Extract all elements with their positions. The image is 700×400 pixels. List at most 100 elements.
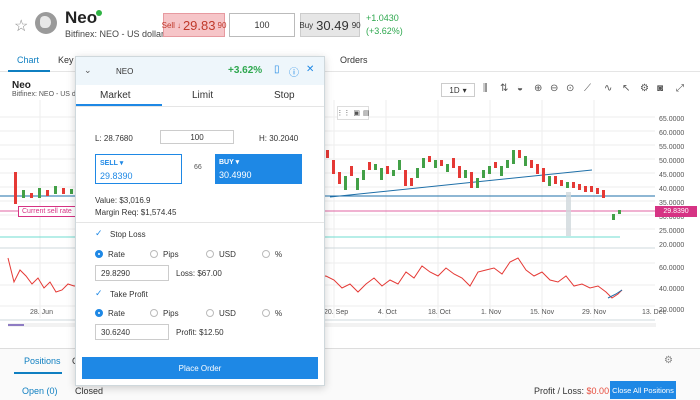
stop-loss-result: Loss: $67.00 [176, 269, 222, 278]
zoom-in-icon[interactable]: ⊕ [534, 83, 542, 94]
profit-loss-value: $0.00 [586, 386, 610, 396]
stop-loss-checkbox[interactable]: ✓ [95, 229, 104, 238]
take-profit-usd-radio[interactable] [206, 309, 214, 317]
indicator-icon[interactable]: ◒ [517, 83, 523, 94]
take-profit-pips-radio[interactable] [150, 309, 158, 317]
profit-loss: Profit / Loss: $0.00 [534, 386, 609, 396]
chart-subtitle: Bitfinex: NEO - US dol [12, 91, 82, 98]
order-panel: ⌄ NEO +3.62% ▯ ⓘ ✕ Market Limit Stop L: … [75, 56, 325, 386]
buy-price: 30.49 [316, 17, 349, 33]
chevron-down-icon[interactable]: ⌄ [84, 65, 92, 76]
tab-limit[interactable]: Limit [192, 90, 213, 101]
tab-chart[interactable]: Chart [17, 55, 39, 65]
close-icon[interactable]: ✕ [306, 64, 314, 75]
price-tick: 40.0000 [659, 186, 685, 193]
order-value: Value: $3,016.9 [95, 196, 151, 205]
price-tick: 20.0000 [659, 242, 685, 249]
quantity-input[interactable]: 100 [229, 13, 295, 37]
osc-tick: 40.0000 [659, 286, 685, 293]
take-profit-rate-radio[interactable] [95, 309, 103, 317]
stop-loss-option: Rate [108, 250, 125, 259]
take-profit-percent-radio[interactable] [262, 309, 270, 317]
copy-icon[interactable]: ▯ [274, 64, 280, 75]
date-tick: 13. Dec [642, 309, 667, 316]
panel-buy-label: BUY ▾ [219, 159, 240, 166]
down-arrow-icon: ↓ [176, 20, 181, 30]
order-panel-header [76, 57, 324, 85]
panel-buy-button[interactable]: BUY ▾ 30.4990 [215, 154, 302, 184]
zoom-reset-icon[interactable]: ⊙ [566, 83, 574, 94]
panel-buy-price: 30.4990 [219, 170, 252, 180]
price-tick: 45.0000 [659, 172, 685, 179]
closed-positions-link[interactable]: Closed [75, 386, 103, 396]
tab-stop[interactable]: Stop [274, 90, 295, 101]
profit-loss-label: Profit / Loss: [534, 386, 585, 396]
tab-key[interactable]: Key [58, 55, 74, 65]
grip-icon: ⋮⋮ [336, 110, 351, 117]
gear-icon[interactable]: ⚙ [664, 355, 673, 366]
instrument-logo [35, 12, 57, 34]
take-profit-checkbox[interactable]: ✓ [95, 289, 104, 298]
date-tick: 20. Sep [324, 309, 349, 316]
sell-button[interactable]: Sell ↓ 29.83 90 [162, 13, 227, 37]
take-profit-option: Pips [163, 309, 179, 318]
date-tick: 18. Oct [428, 309, 451, 316]
help-icon[interactable]: ⓘ [289, 64, 299, 79]
timeframe-value: 1D [449, 85, 460, 95]
trend-icon[interactable]: ∿ [604, 83, 612, 94]
timeframe-select[interactable]: 1D ▾ [441, 83, 475, 97]
price-tick: 55.0000 [659, 144, 685, 151]
box-icon[interactable]: ▣ [353, 109, 360, 117]
date-tick: 1. Nov [481, 309, 502, 316]
sell-price-pips: 90 [217, 20, 227, 30]
chevron-down-icon: ▾ [462, 85, 467, 95]
fullscreen-icon[interactable]: ⤢ [676, 83, 684, 94]
draw-line-icon[interactable]: ⟋ [584, 83, 591, 94]
settings-icon[interactable]: ⚙ [640, 83, 649, 94]
tab-orders[interactable]: Orders [340, 55, 368, 65]
day-low: L: 28.7680 [95, 134, 133, 143]
camera-icon[interactable]: ◙ [657, 83, 663, 94]
take-profit-option: Rate [108, 309, 125, 318]
drawing-mini-toolbar[interactable]: ⋮⋮ ▣ ▤ [336, 106, 370, 120]
trash-icon[interactable]: ▤ [363, 109, 370, 117]
stop-loss-usd-radio[interactable] [206, 250, 214, 258]
date-tick: 4. Oct [378, 309, 397, 316]
place-order-button[interactable]: Place Order [82, 357, 318, 379]
take-profit-result: Profit: $12.50 [176, 328, 224, 337]
take-profit-input[interactable]: 30.6240 [95, 324, 169, 340]
cursor-icon[interactable]: ↖ [622, 83, 630, 94]
candlestick-icon[interactable]: ⫼ [483, 83, 488, 94]
order-panel-symbol: NEO [116, 67, 134, 76]
close-all-positions-button[interactable]: Close All Positions [610, 381, 676, 399]
order-quantity-input[interactable]: 100 [160, 130, 234, 144]
stop-loss-input[interactable]: 29.8290 [95, 265, 169, 281]
open-positions-link[interactable]: Open (0) [22, 386, 58, 396]
stop-loss-percent-radio[interactable] [262, 250, 270, 258]
date-tick: 28. Jun [30, 309, 53, 316]
buy-button[interactable]: Buy 30.49 90 [299, 13, 361, 37]
candles-right [326, 150, 621, 220]
stop-loss-pips-radio[interactable] [150, 250, 158, 258]
buy-button-label: Buy [299, 20, 314, 30]
zoom-out-icon[interactable]: ⊖ [550, 83, 558, 94]
osc-tick: 60.0000 [659, 265, 685, 272]
margin-requirement: Margin Req: $1,574.45 [95, 208, 177, 217]
price-axis: 65.0000 60.0000 55.0000 50.0000 45.0000 … [659, 113, 684, 253]
chart-type-icon[interactable]: ⇅ [500, 83, 508, 94]
panel-sell-button[interactable]: SELL ▾ 29.8390 [95, 154, 182, 184]
favorite-star-icon[interactable]: ☆ [14, 16, 28, 36]
stop-loss-option: % [275, 250, 283, 259]
panel-sell-label: SELL ▾ [100, 160, 124, 167]
instrument-symbol: Neo [65, 8, 98, 27]
divider [76, 106, 324, 107]
tab-market[interactable]: Market [100, 90, 131, 101]
take-profit-label: Take Profit [110, 290, 148, 299]
sell-price: 29.83 [182, 17, 216, 33]
tab-positions[interactable]: Positions [24, 356, 61, 366]
stop-loss-rate-radio[interactable] [95, 250, 103, 258]
spread-value: 66 [194, 164, 202, 171]
instrument-header: ☆ Neo Bitfinex: NEO - US dollar Sell ↓ 2… [0, 0, 700, 46]
buy-price-pips: 90 [351, 20, 361, 30]
price-tick: 25.0000 [659, 228, 685, 235]
